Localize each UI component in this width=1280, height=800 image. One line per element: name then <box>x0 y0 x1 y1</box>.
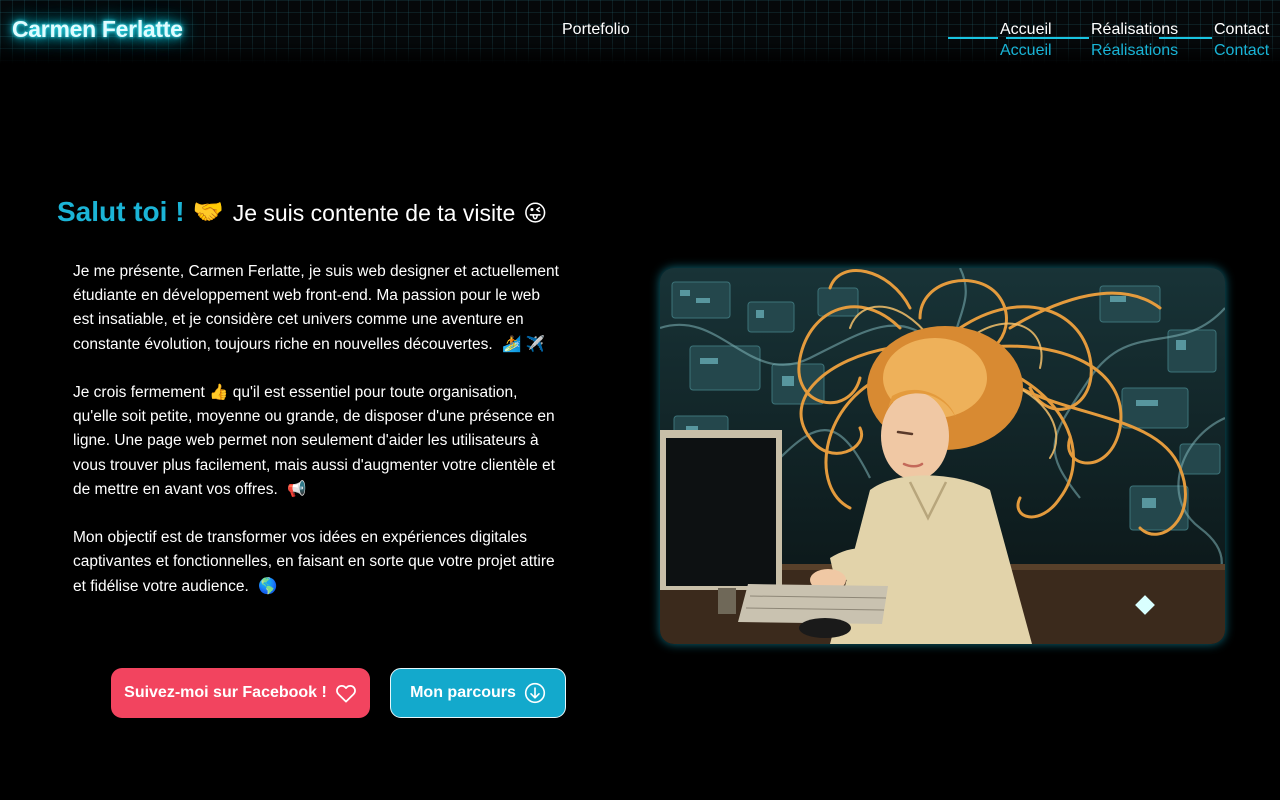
welcome-text: Je suis contente de ta visite <box>232 200 516 226</box>
intro-paragraph-3: Mon objectif est de transformer vos idée… <box>73 526 563 599</box>
nav-item-accueil[interactable]: Accueil Accueil <box>1000 20 1052 60</box>
portfolio-link[interactable]: Portefolio <box>562 21 630 39</box>
nav-item-realisations[interactable]: Réalisations Réalisations <box>1091 20 1178 60</box>
woman-at-computer-illustration <box>660 268 1225 644</box>
nav-underline-accueil <box>948 37 998 39</box>
heart-icon <box>335 683 357 703</box>
winking-face-icon: 😜 <box>523 200 548 226</box>
paragraph-text-start: Je crois fermement <box>73 384 205 401</box>
site-header: Carmen Ferlatte Portefolio Accueil Accue… <box>0 0 1280 64</box>
nav-underline-realisations <box>1006 37 1089 39</box>
nav-label-contact: Contact <box>1214 21 1270 38</box>
facebook-button[interactable]: Suivez-moi sur Facebook ! <box>111 668 370 718</box>
nav-label-realisations-hover: Réalisations <box>1091 42 1179 59</box>
greeting-text: Salut toi ! <box>57 196 185 227</box>
nav-item-contact[interactable]: Contact Contact <box>1214 20 1269 60</box>
paragraph-text: Je me présente, Carmen Ferlatte, je suis… <box>73 263 559 353</box>
paragraph-text: Mon objectif est de transformer vos idée… <box>73 529 555 595</box>
hero-illustration <box>660 268 1225 644</box>
megaphone-icon: 📢 <box>287 480 307 498</box>
intro-text: Je me présente, Carmen Ferlatte, je suis… <box>73 260 563 623</box>
site-logo[interactable]: Carmen Ferlatte <box>12 16 183 43</box>
parcours-button[interactable]: Mon parcours <box>390 668 566 718</box>
parcours-button-label: Mon parcours <box>410 684 516 701</box>
hero-headline: Salut toi ! 🤝 Je suis contente de ta visit… <box>57 196 547 228</box>
facebook-button-label: Suivez-moi sur Facebook ! <box>124 684 327 701</box>
paragraph-text-end: qu'il est essentiel pour toute organisat… <box>73 384 555 498</box>
handshake-icon: 🤝 <box>192 198 224 226</box>
globe-icon: 🌎 <box>258 577 278 595</box>
nav-label-accueil-hover: Accueil <box>1000 42 1052 59</box>
nav-underline-contact <box>1159 37 1212 39</box>
arrow-down-circle-icon <box>524 682 546 704</box>
intro-paragraph-2: Je crois fermement 👍 qu'il est essentiel… <box>73 381 563 502</box>
surf-plane-icons: 🏄 ✈️ <box>501 335 545 353</box>
nav-label-contact-hover: Contact <box>1214 42 1270 59</box>
thumbs-up-icon: 👍 <box>209 384 229 401</box>
intro-paragraph-1: Je me présente, Carmen Ferlatte, je suis… <box>73 260 563 357</box>
